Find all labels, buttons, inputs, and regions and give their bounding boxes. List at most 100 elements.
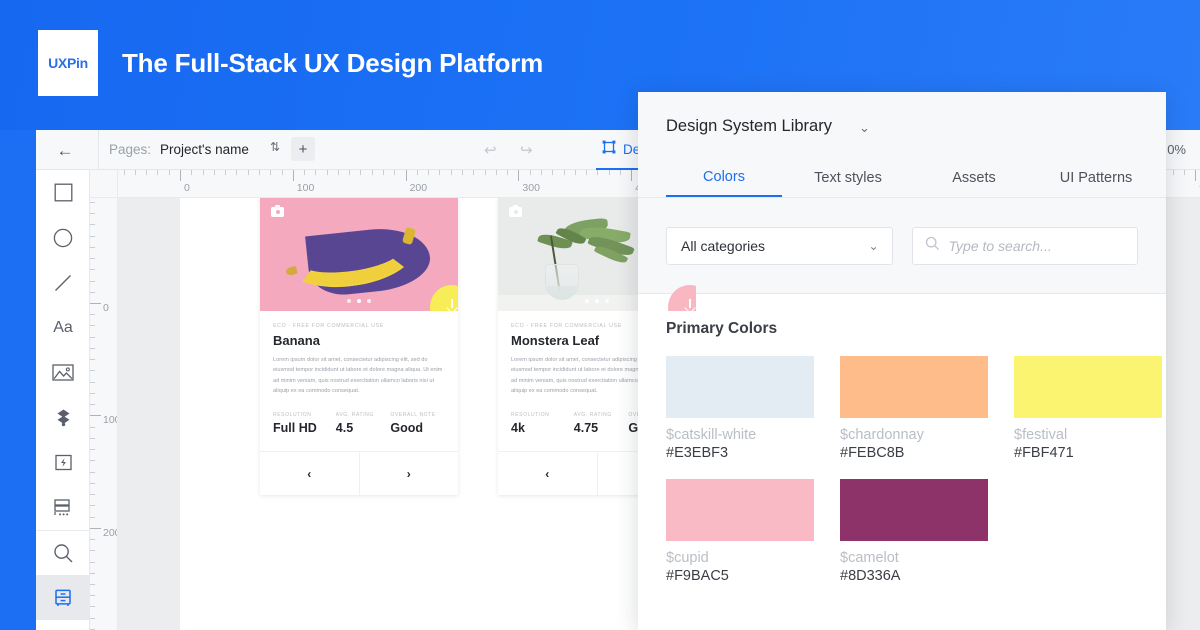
swatch-row: $catskill-white #E3EBF3 $chardonnay #FEB…	[666, 356, 1162, 461]
tab-ui-patterns[interactable]: UI Patterns	[1034, 159, 1158, 197]
carousel-dot[interactable]	[595, 299, 599, 303]
color-swatch[interactable]: $cupid #F9BAC5	[666, 479, 814, 584]
ruler-tick	[1195, 170, 1197, 181]
line-tool[interactable]	[36, 260, 90, 305]
color-name: $festival	[1014, 427, 1068, 443]
category-select[interactable]: All categories ⌄	[666, 226, 893, 265]
rectangle-tool[interactable]	[36, 170, 90, 215]
color-chip[interactable]	[666, 356, 814, 418]
ruler-label: 100	[103, 414, 117, 427]
redo-icon[interactable]: ↪	[520, 141, 533, 159]
color-hex: #E3EBF3	[666, 445, 729, 461]
text-tool[interactable]: Aa	[36, 305, 90, 350]
stat-value: Full HD	[273, 421, 317, 436]
carousel-dots[interactable]	[260, 299, 458, 303]
ruler-tick	[90, 392, 95, 394]
prev-button[interactable]: ‹	[498, 452, 598, 496]
swatch-row: $cupid #F9BAC5 $camelot #8D336A	[666, 479, 1138, 584]
card-title: Banana	[273, 333, 320, 348]
chevron-updown-icon[interactable]: ⇅	[270, 141, 280, 153]
card-body: ECO - FREE FOR COMMERCIAL USE Banana Lor…	[260, 311, 458, 451]
ruler-label: 200	[409, 182, 428, 194]
ruler-tick	[473, 170, 475, 175]
tab-assets[interactable]: Assets	[914, 159, 1034, 197]
tab-text-styles[interactable]: Text styles	[782, 159, 914, 197]
next-button[interactable]: ›	[360, 452, 459, 495]
ruler-tick	[90, 303, 101, 304]
ruler-tick	[247, 170, 249, 175]
text-tool-glyph: Aa	[53, 318, 73, 336]
card-nav: ‹ ›	[260, 451, 459, 496]
ruler-label: 0	[184, 182, 190, 194]
stat-label: OVERALL NOTE	[390, 412, 436, 419]
ruler-tick	[123, 170, 125, 175]
ruler-tick	[90, 235, 95, 237]
carousel-dot[interactable]	[347, 299, 351, 303]
search-tool[interactable]	[36, 530, 90, 575]
back-arrow-icon[interactable]: ←	[48, 139, 82, 161]
color-swatch[interactable]: $chardonnay #FEBC8B	[840, 356, 988, 461]
card-description: Lorem ipsum dolor sit amet, consectetur …	[273, 357, 443, 395]
color-swatch[interactable]: $catskill-white #E3EBF3	[666, 356, 814, 461]
stat-avg-rating: AVG. RATING 4.5	[336, 412, 391, 435]
ruler-tick	[416, 170, 418, 175]
undo-icon[interactable]: ↩	[484, 141, 497, 159]
interaction-tool[interactable]	[36, 440, 90, 485]
color-swatch[interactable]: $festival #FBF471	[1014, 356, 1162, 461]
ruler-tick	[337, 170, 339, 175]
chevron-down-icon: ⌄	[868, 238, 878, 253]
prev-button[interactable]: ‹	[260, 452, 360, 496]
color-chip[interactable]	[666, 479, 814, 541]
zoom-level-value[interactable]: 0%	[1167, 142, 1186, 157]
ruler-tick	[540, 170, 542, 175]
color-chip[interactable]	[1014, 356, 1162, 418]
color-chip[interactable]	[840, 479, 988, 541]
ruler-tick	[349, 170, 351, 175]
search-input[interactable]: Type to search...	[911, 226, 1138, 265]
chevron-down-icon[interactable]: ⌄	[859, 120, 870, 136]
ruler-tick	[304, 170, 306, 175]
panel-filters: All categories ⌄ Type to search...	[638, 198, 1166, 294]
card-photo	[260, 198, 458, 311]
ruler-tick	[90, 471, 95, 473]
ruler-tick	[270, 170, 272, 175]
ruler-tick	[258, 170, 260, 175]
stat-label: AVG. RATING	[573, 412, 612, 419]
icon-tool[interactable]	[36, 395, 90, 440]
tab-colors[interactable]: Colors	[666, 159, 782, 197]
add-page-button[interactable]: +	[291, 137, 315, 161]
image-tool[interactable]	[36, 350, 90, 395]
project-name-value[interactable]: Project's name	[160, 142, 249, 157]
design-system-tool[interactable]	[36, 575, 90, 620]
category-select-value: All categories	[681, 237, 766, 254]
ruler-vertical[interactable]: 0 100 200	[90, 198, 118, 630]
color-swatch[interactable]: $camelot #8D336A	[840, 479, 988, 584]
carousel-dot[interactable]	[605, 299, 609, 303]
carousel-dot[interactable]	[585, 299, 589, 303]
product-card[interactable]: ECO - FREE FOR COMMERCIAL USE Banana Lor…	[260, 198, 459, 496]
ruler-tick	[315, 170, 317, 175]
ruler-tick	[90, 415, 101, 417]
ruler-tick	[90, 404, 95, 406]
ruler-tick	[529, 170, 531, 175]
stat-resolution: RESOLUTION Full HD	[273, 412, 336, 435]
components-tool[interactable]	[36, 485, 90, 530]
design-system-library-panel: Design System Library ⌄ Colors Text styl…	[638, 92, 1166, 630]
ruler-tick	[462, 170, 463, 175]
carousel-dot[interactable]	[367, 299, 371, 303]
ruler-tick	[90, 505, 95, 507]
color-hex: #8D336A	[840, 568, 901, 584]
ruler-tick	[281, 170, 283, 175]
color-chip[interactable]	[840, 356, 988, 418]
panel-tabs: Colors Text styles Assets UI Patterns	[638, 159, 1166, 197]
ruler-tick	[180, 170, 181, 181]
ellipse-tool[interactable]	[36, 215, 90, 260]
ruler-tick	[439, 170, 441, 175]
ruler-tick	[90, 269, 95, 271]
carousel-dot[interactable]	[357, 299, 361, 303]
ruler-tick	[619, 170, 621, 175]
ruler-tick	[484, 170, 486, 175]
stat-value: 4k	[511, 421, 525, 436]
ruler-tick	[90, 437, 95, 439]
color-hex: #FEBC8B	[840, 445, 905, 461]
